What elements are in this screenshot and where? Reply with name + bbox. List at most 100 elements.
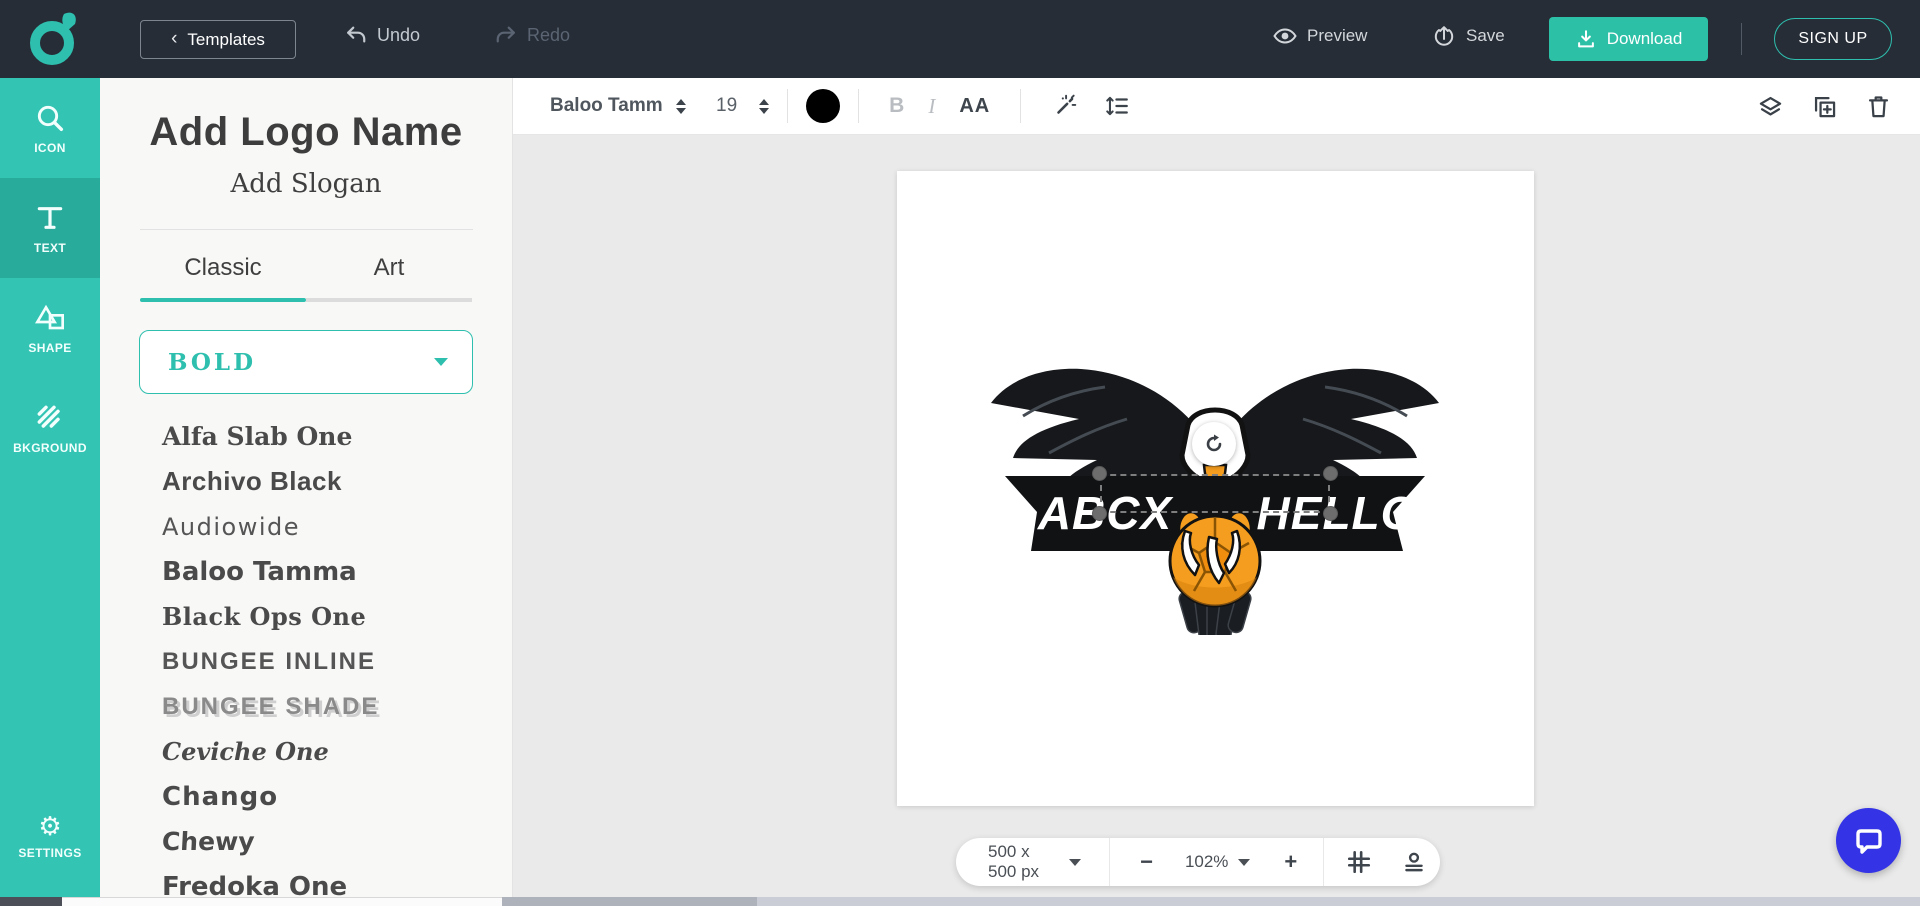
- back-chevron-icon: ‹: [171, 29, 177, 48]
- zoom-level-value: 102%: [1185, 852, 1228, 872]
- preview-button[interactable]: Preview: [1273, 24, 1367, 48]
- sidebar-item-text[interactable]: TEXT: [0, 178, 100, 278]
- rotate-icon: [1202, 432, 1226, 456]
- zoom-out-button[interactable]: −: [1136, 849, 1157, 875]
- line-spacing-button[interactable]: [1104, 93, 1130, 119]
- font-size-value: 19: [716, 95, 737, 117]
- snap-toggle-button[interactable]: [1401, 849, 1427, 875]
- trash-icon: [1865, 93, 1892, 120]
- download-button[interactable]: Download: [1549, 17, 1708, 61]
- font-option-alfa-slab-one[interactable]: Alfa Slab One: [162, 414, 512, 459]
- font-option-black-ops-one[interactable]: Black Ops One: [162, 594, 512, 639]
- selection-handle-bottom-left[interactable]: [1092, 506, 1107, 521]
- templates-label: Templates: [187, 30, 264, 50]
- redo-button[interactable]: Redo: [495, 24, 570, 46]
- bottom-edge-segment: [502, 897, 757, 906]
- templates-button[interactable]: ‹ Templates: [140, 20, 296, 59]
- logo-name-input[interactable]: Add Logo Name: [100, 110, 512, 155]
- sidebar-item-label: SHAPE: [28, 341, 71, 355]
- sidebar-item-icon[interactable]: ICON: [0, 78, 100, 178]
- layer-actions: [1757, 93, 1892, 120]
- search-icon: [34, 102, 66, 134]
- chat-widget-button[interactable]: [1836, 808, 1901, 873]
- zoom-level-select[interactable]: 102%: [1185, 852, 1250, 872]
- bottom-edge-segment: [0, 897, 62, 906]
- text-color-swatch[interactable]: [806, 89, 840, 123]
- save-button[interactable]: Save: [1432, 24, 1505, 48]
- font-family-spinner[interactable]: [676, 99, 686, 114]
- layers-icon: [1757, 93, 1784, 120]
- zoombar-divider: [1109, 838, 1110, 886]
- tab-classic[interactable]: Classic: [140, 254, 306, 298]
- chevron-down-icon: [1238, 859, 1250, 866]
- font-list: Alfa Slab OneArchivo BlackAudiowideBaloo…: [162, 414, 512, 906]
- download-icon: [1575, 28, 1597, 50]
- canvas-size-select[interactable]: 500 x 500 px: [988, 842, 1081, 882]
- font-family-select[interactable]: Baloo Tamma: [550, 95, 686, 117]
- text-panel: Add Logo Name Add Slogan Classic Art BOL…: [100, 78, 513, 906]
- brand-logo[interactable]: [26, 10, 84, 70]
- italic-button[interactable]: I: [928, 94, 935, 119]
- top-bar: ‹ Templates Undo Redo Preview: [0, 0, 1920, 78]
- duplicate-icon: [1811, 93, 1838, 120]
- layers-button[interactable]: [1757, 93, 1784, 120]
- font-option-chewy[interactable]: Chewy: [161, 819, 513, 864]
- save-label: Save: [1466, 26, 1505, 46]
- signup-label: SIGN UP: [1798, 30, 1867, 48]
- redo-icon: [495, 24, 517, 46]
- font-family-value: Baloo Tamma: [550, 95, 662, 117]
- uppercase-button[interactable]: AA: [959, 95, 990, 118]
- rotate-handle[interactable]: [1192, 422, 1236, 466]
- font-option-audiowide[interactable]: Audiowide: [162, 504, 512, 549]
- slogan-input[interactable]: Add Slogan: [100, 169, 512, 199]
- grid-toggle-button[interactable]: [1346, 849, 1372, 875]
- font-option-archivo-black[interactable]: Archivo Black: [162, 459, 512, 504]
- selection-handle-top-left[interactable]: [1092, 466, 1107, 481]
- selection-handle-bottom-right[interactable]: [1323, 506, 1338, 521]
- toolbar-divider: [858, 89, 859, 123]
- gear-icon: ⚙: [38, 813, 61, 839]
- undo-label: Undo: [377, 25, 420, 46]
- topbar-divider: [1741, 23, 1742, 55]
- preview-label: Preview: [1307, 26, 1367, 46]
- tab-underline: [140, 298, 472, 302]
- font-option-bungee-shade[interactable]: BUNGEE SHADE: [162, 684, 512, 729]
- font-category-dropdown[interactable]: BOLD: [139, 330, 473, 394]
- chat-icon: [1853, 825, 1885, 857]
- chevron-down-icon: [434, 358, 448, 366]
- delete-button[interactable]: [1865, 93, 1892, 120]
- signup-button[interactable]: SIGN UP: [1774, 18, 1892, 60]
- font-size-spinner[interactable]: [759, 99, 769, 114]
- logo-maker-app: ‹ Templates Undo Redo Preview: [0, 0, 1920, 906]
- bottom-edge-segment: [62, 897, 502, 906]
- selection-box[interactable]: [1100, 474, 1330, 513]
- magic-wand-icon: [1052, 93, 1078, 119]
- canvas-size-value: 500 x 500 px: [988, 842, 1047, 882]
- sidebar-item-background[interactable]: BKGROUND: [0, 378, 100, 478]
- font-option-baloo-tamma[interactable]: Baloo Tamma: [162, 549, 512, 594]
- duplicate-button[interactable]: [1811, 93, 1838, 120]
- line-spacing-icon: [1104, 93, 1130, 119]
- tab-art[interactable]: Art: [306, 254, 472, 298]
- sidebar-item-shape[interactable]: SHAPE: [0, 278, 100, 378]
- font-option-ceviche-one[interactable]: Ceviche One: [162, 729, 512, 774]
- bold-button[interactable]: B: [889, 94, 904, 118]
- sidebar-item-label: SETTINGS: [18, 846, 81, 860]
- stripes-icon: [34, 402, 66, 434]
- selection-handle-top-right[interactable]: [1323, 466, 1338, 481]
- undo-button[interactable]: Undo: [345, 24, 420, 46]
- effects-button[interactable]: [1052, 93, 1078, 119]
- tab-underline-inactive: [306, 298, 472, 302]
- download-label: Download: [1607, 29, 1683, 49]
- zoom-in-button[interactable]: +: [1280, 849, 1301, 875]
- sidebar-item-label: ICON: [34, 141, 66, 155]
- panel-divider: [140, 229, 473, 230]
- sidebar-item-label: TEXT: [34, 241, 66, 255]
- font-option-chango[interactable]: Chango: [162, 774, 512, 819]
- shapes-icon: [34, 302, 66, 334]
- font-category-value: BOLD: [168, 349, 256, 376]
- font-option-bungee-inline[interactable]: BUNGEE INLINE: [162, 639, 512, 684]
- canvas-area[interactable]: ABCX HELLO: [513, 135, 1920, 906]
- save-upload-icon: [1432, 24, 1456, 48]
- sidebar-item-settings[interactable]: ⚙ SETTINGS: [0, 796, 100, 876]
